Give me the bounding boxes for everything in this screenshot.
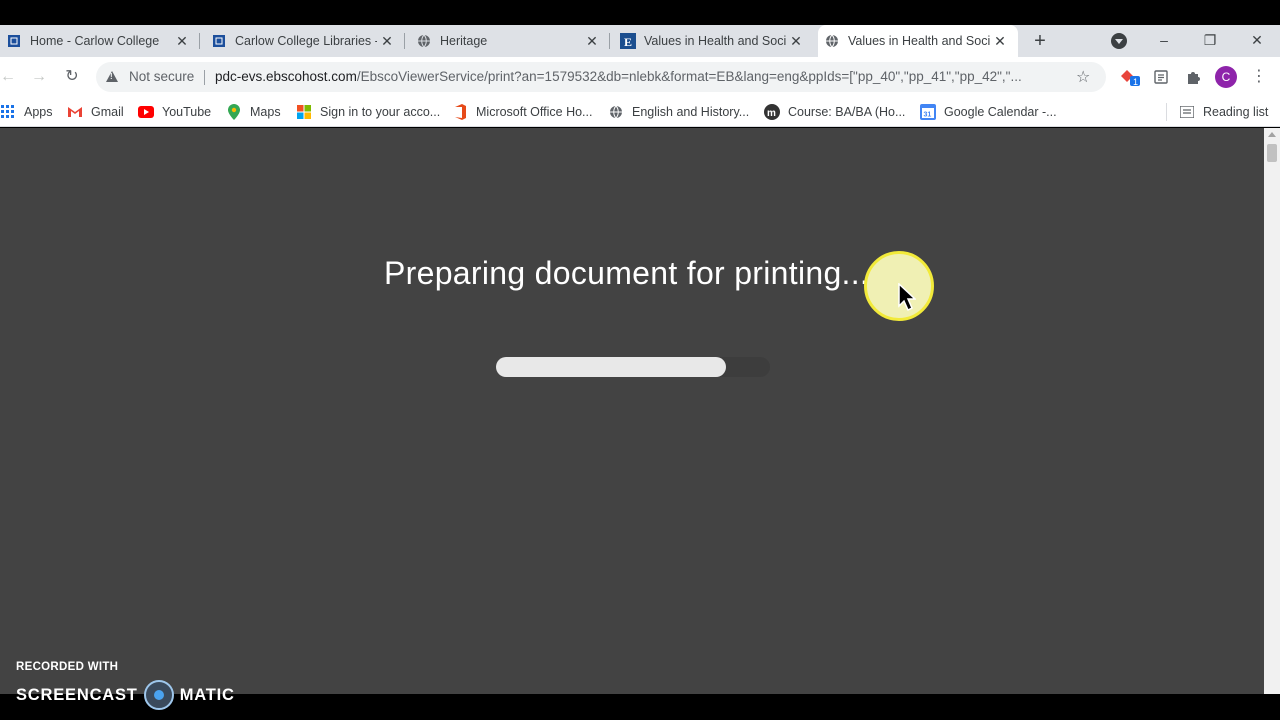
bookmark-sign-in[interactable]: Sign in to your acco... [296,102,440,122]
tab-close-icon[interactable]: ✕ [172,33,192,50]
bookmark-label: Sign in to your acco... [320,105,441,119]
address-bar[interactable]: Not secure pdc-evs.ebscohost.com/EbscoVi… [96,62,1106,92]
globe-icon [824,33,840,49]
office-icon [452,104,468,120]
moodle-icon: m [764,104,780,120]
watermark-word-right: MATIC [179,685,235,704]
screen-top-bar [0,0,1280,25]
gmail-icon [67,104,83,120]
watermark-word-left: SCREENCAST [16,685,138,704]
tab-values-ebsco[interactable]: E Values in Health and Socia ✕ [614,25,814,57]
bookmark-apps[interactable]: Apps [0,102,53,122]
tab-title: Carlow College Libraries - [235,34,377,48]
tab-values-active[interactable]: Values in Health and Socia ✕ [818,25,1018,57]
close-window-button[interactable]: ✕ [1242,28,1272,52]
progress-bar [496,357,770,377]
ebsco-e-icon: E [620,33,636,49]
reload-button[interactable]: ↻ [60,65,84,89]
url-host: pdc-evs.ebscohost.com [215,69,357,84]
tab-search-icon[interactable] [1111,33,1127,49]
bookmark-label: Course: BA/BA (Ho... [788,105,906,119]
preparing-message: Preparing document for printing... [384,255,870,291]
tab-title: Values in Health and Socia [848,34,990,48]
minimize-button[interactable]: – [1149,28,1179,52]
screencast-dot-icon [143,680,174,710]
globe-icon [416,33,432,49]
bookmark-label: English and History... [632,105,750,119]
url-path: /EbscoViewerService/print?an=1579532&db=… [356,69,1022,84]
bookmark-english-history[interactable]: English and History... [608,102,749,122]
tab-heritage[interactable]: Heritage ✕ [410,25,610,57]
browser-menu-icon[interactable]: ⋮ [1251,66,1267,88]
microsoft-icon [296,104,312,120]
restore-button[interactable]: ❐ [1195,28,1225,52]
new-tab-button[interactable]: + [1028,31,1052,51]
forward-button[interactable]: → [27,65,51,89]
calendar-day: 31 [924,112,932,119]
reading-list-label: Reading list [1203,105,1269,119]
reading-list-icon [1179,104,1195,120]
mouse-pointer-icon [898,282,917,316]
tab-close-icon[interactable]: ✕ [990,33,1010,50]
bookmarks-divider [1166,103,1167,121]
reading-list-button[interactable]: Reading list [1179,102,1268,122]
browser-toolbar: ← → ↻ Not secure pdc-evs.ebscohost.com/E… [0,57,1280,97]
bookmark-google-calendar[interactable]: 31 Google Calendar -... [920,102,1057,122]
calendar-icon: 31 [920,104,936,120]
maps-icon [226,104,242,120]
scroll-up-arrow-icon[interactable] [1268,132,1276,137]
bookmark-office[interactable]: Microsoft Office Ho... [452,102,592,122]
screen: Home - Carlow College ✕ Carlow College L… [0,0,1280,720]
tab-home-carlow-college[interactable]: Home - Carlow College ✕ [0,25,200,57]
bookmark-label: Microsoft Office Ho... [476,105,593,119]
bookmark-label: Maps [250,105,281,119]
extension-icon[interactable]: 1 [1119,67,1141,87]
profile-avatar[interactable]: C [1215,66,1237,88]
bookmark-course[interactable]: m Course: BA/BA (Ho... [764,102,905,122]
print-preparation-page [0,128,1264,694]
scrollbar-thumb[interactable] [1267,144,1277,162]
carlow-crest-icon [211,33,227,49]
url-text[interactable]: pdc-evs.ebscohost.com/EbscoViewerService… [215,69,1065,84]
youtube-icon [138,104,154,120]
bookmark-gmail[interactable]: Gmail [67,102,124,122]
bookmark-label: Apps [24,105,53,119]
tab-close-icon[interactable]: ✕ [582,33,602,50]
tab-title: Values in Health and Socia [644,34,786,48]
warning-icon[interactable] [106,71,118,82]
globe-icon [608,104,624,120]
carlow-crest-icon [6,33,22,49]
bookmark-youtube[interactable]: YouTube [138,102,211,122]
security-status[interactable]: Not secure [129,69,194,84]
bookmark-star-icon[interactable]: ☆ [1076,67,1090,87]
svg-text:E: E [624,35,632,49]
omnibox-divider [204,70,205,85]
vertical-scrollbar[interactable] [1264,128,1280,694]
reader-mode-icon[interactable] [1150,67,1172,87]
progress-bar-fill [496,357,727,377]
watermark-recorded-with: RECORDED WITH [16,661,119,673]
tab-title: Heritage [440,34,488,48]
tab-close-icon[interactable]: ✕ [786,33,806,50]
bookmark-maps[interactable]: Maps [226,102,281,122]
svg-text:m: m [767,108,776,119]
apps-grid-icon [0,104,16,120]
tab-close-icon[interactable]: ✕ [377,33,397,50]
extension-badge: 1 [1133,77,1138,87]
back-button[interactable]: ← [0,65,20,89]
bookmark-label: Gmail [91,105,124,119]
bookmark-label: Google Calendar -... [944,105,1057,119]
tab-carlow-libraries[interactable]: Carlow College Libraries - ✕ [205,25,405,57]
tab-strip: Home - Carlow College ✕ Carlow College L… [0,25,1280,57]
extensions-puzzle-icon[interactable] [1182,67,1204,87]
bookmark-label: YouTube [162,105,212,119]
watermark-screencast-logo: SCREENCAST MATIC [16,680,235,710]
tab-title: Home - Carlow College [30,34,160,48]
